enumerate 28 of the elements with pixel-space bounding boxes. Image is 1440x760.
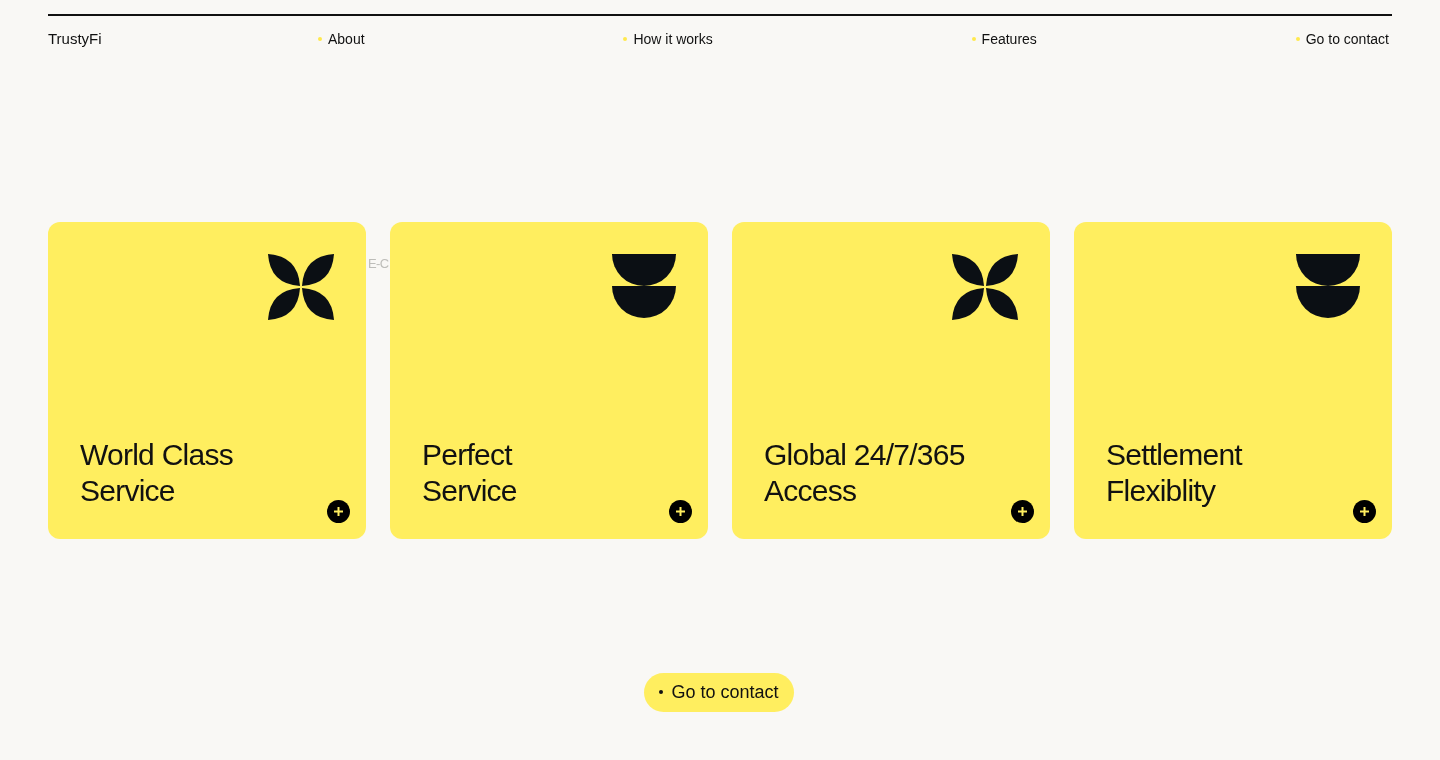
plus-icon[interactable] — [1011, 499, 1034, 523]
feature-card[interactable]: Global 24/7/365 Access — [732, 221, 1050, 539]
card-title: Global 24/7/365 Access — [764, 436, 966, 509]
nav-link[interactable]: Features — [971, 28, 1037, 50]
bullet-icon — [659, 690, 664, 694]
bullet-icon — [318, 37, 322, 42]
plus-icon[interactable] — [1353, 499, 1376, 523]
nav-link[interactable]: About — [318, 28, 365, 50]
feature-card[interactable]: Settlement Flexiblity — [1074, 221, 1392, 539]
logo[interactable]: TrustyFi — [48, 28, 318, 51]
bullet-icon — [623, 37, 628, 42]
bullet-icon — [971, 37, 976, 42]
card-title: Perfect Service — [422, 436, 518, 509]
nav-link[interactable]: How it works — [623, 28, 713, 50]
feature-card[interactable]: World Class Service — [48, 221, 366, 539]
card-title: World Class Service — [80, 436, 234, 509]
plus-icon[interactable] — [327, 499, 350, 523]
petal-icon — [268, 253, 334, 320]
background-text: E-C — [368, 255, 389, 272]
half-circles-icon — [1296, 253, 1360, 318]
bullet-icon — [1295, 37, 1300, 42]
feature-card[interactable]: Perfect Service — [390, 221, 708, 539]
contact-button[interactable]: Go to contact — [644, 672, 794, 712]
card-title: Settlement Flexiblity — [1106, 436, 1244, 509]
half-circles-icon — [612, 253, 676, 318]
petal-icon — [952, 253, 1018, 320]
plus-icon[interactable] — [669, 499, 692, 523]
nav-link[interactable]: Go to contact — [1295, 28, 1389, 50]
